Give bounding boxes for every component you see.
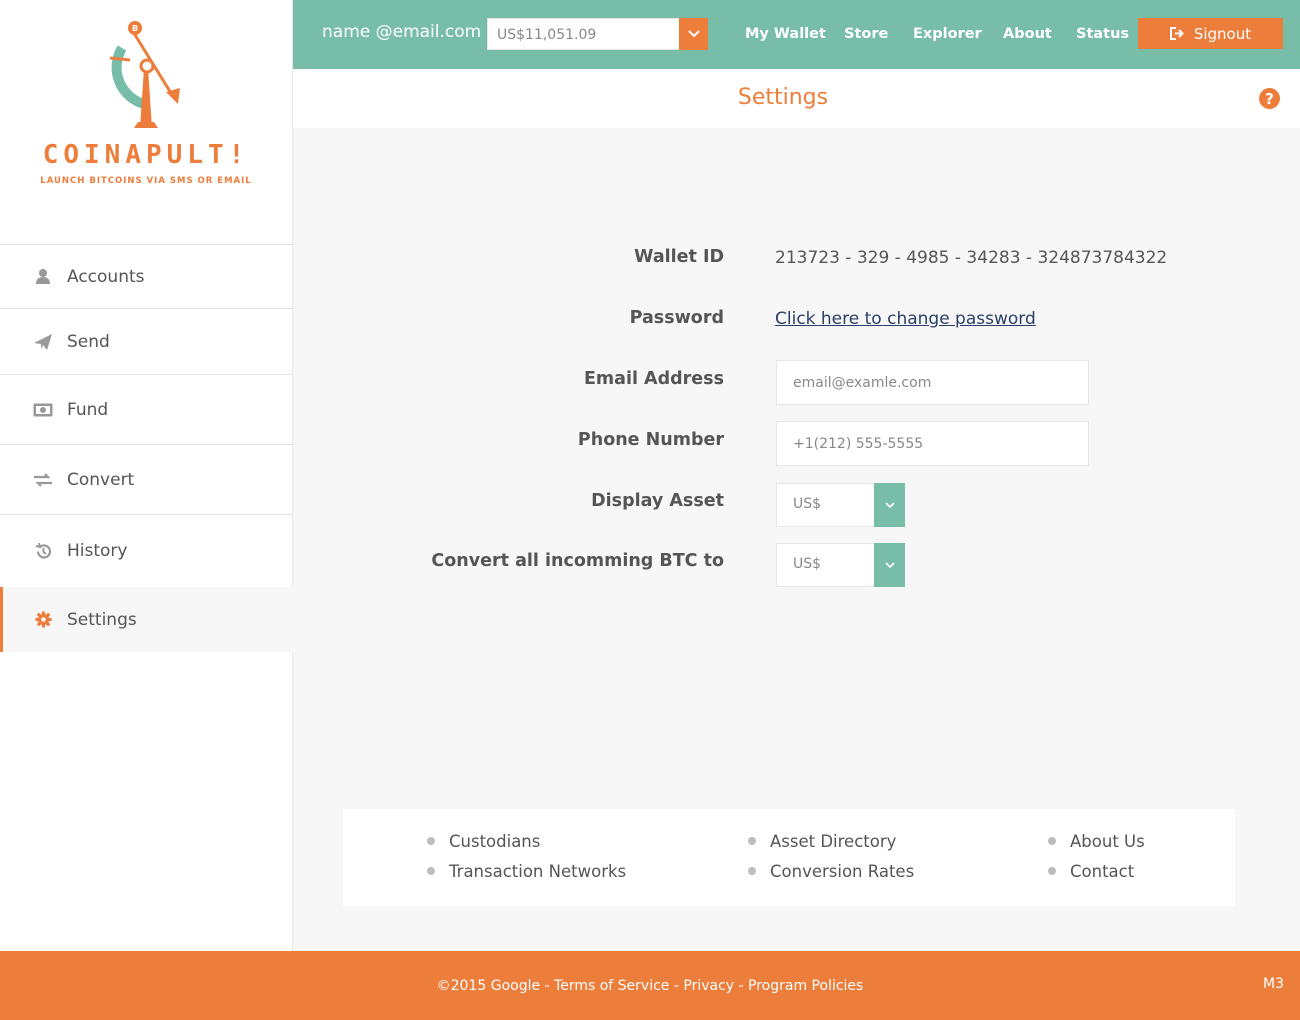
password-label: Password: [629, 308, 724, 328]
balance-dropdown[interactable]: US$11,051.09: [487, 18, 708, 50]
sidebar: B COINAPULT! LAUNCH BITCOINS VIA SMS OR …: [0, 0, 293, 951]
bullet-dot: [427, 837, 435, 845]
footer-link-custodians[interactable]: Custodians: [449, 832, 540, 851]
bullet-dot: [1048, 867, 1056, 875]
paper-plane-icon: [33, 332, 53, 352]
sidebar-item-label: Convert: [67, 469, 135, 490]
user-icon: [33, 267, 53, 287]
bullet-dot: [1048, 837, 1056, 845]
nav-link-store[interactable]: Store: [844, 26, 888, 42]
display-asset-select[interactable]: US$: [776, 483, 905, 527]
catapult-logo-icon: B: [109, 21, 180, 128]
program-policies-link[interactable]: Program Policies: [748, 978, 863, 994]
bullet-dot: [748, 867, 756, 875]
separator: -: [669, 978, 684, 994]
email-field[interactable]: [776, 360, 1089, 405]
sidebar-item-label: Fund: [67, 399, 109, 420]
bullet-dot: [748, 837, 756, 845]
history-icon: [33, 541, 53, 561]
sidebar-item-label: History: [67, 541, 128, 561]
logo[interactable]: B COINAPULT! LAUNCH BITCOINS VIA SMS OR …: [0, 0, 292, 244]
chevron-down-icon[interactable]: [874, 483, 905, 527]
footer-link-asset-directory[interactable]: Asset Directory: [770, 832, 896, 851]
separator: -: [540, 978, 555, 994]
email-label: Email Address: [583, 369, 724, 389]
logo-tagline: LAUNCH BITCOINS VIA SMS OR EMAIL: [40, 176, 252, 186]
nav-link-explorer[interactable]: Explorer: [913, 26, 982, 42]
page-header: Settings ?: [293, 69, 1300, 128]
sidebar-item-send[interactable]: Send: [0, 308, 292, 374]
logo-wordmark: COINAPULT!: [42, 140, 250, 170]
display-asset-value: US$: [793, 496, 822, 512]
change-password-link[interactable]: Click here to change password: [775, 309, 1036, 329]
user-email: name @email.com: [322, 22, 482, 42]
footer-link-contact[interactable]: Contact: [1070, 862, 1134, 881]
convert-btc-label: Convert all incomming BTC to: [431, 551, 724, 571]
sign-out-icon: [1169, 27, 1184, 40]
sidebar-item-accounts[interactable]: Accounts: [0, 244, 292, 308]
convert-btc-value: US$: [793, 556, 822, 572]
bullet-dot: [427, 867, 435, 875]
chevron-down-icon[interactable]: [874, 543, 905, 587]
sidebar-item-label: Accounts: [67, 266, 145, 287]
footer-links: Custodians Transaction Networks Asset Di…: [343, 809, 1235, 906]
phone-field[interactable]: [776, 421, 1089, 466]
help-icon[interactable]: ?: [1259, 88, 1280, 109]
sidebar-item-label: Send: [67, 331, 110, 352]
terms-link[interactable]: Terms of Service: [554, 978, 669, 994]
signout-button[interactable]: Signout: [1138, 18, 1283, 49]
bottom-bar: ©2015 Google - Terms of Service - Privac…: [0, 951, 1300, 1020]
copyright-line: ©2015 Google - Terms of Service - Privac…: [0, 978, 1300, 994]
footer-link-conversion-rates[interactable]: Conversion Rates: [770, 862, 914, 881]
chevron-down-icon[interactable]: [679, 18, 708, 50]
sidebar-item-settings[interactable]: Settings: [0, 587, 293, 652]
sidebar-item-fund[interactable]: Fund: [0, 374, 292, 444]
sidebar-item-history[interactable]: History: [0, 514, 292, 587]
page-title: Settings: [737, 85, 829, 110]
wallet-id-value: 213723 - 329 - 4985 - 34283 - 3248737843…: [775, 248, 1168, 268]
wallet-id-label: Wallet ID: [634, 247, 724, 267]
nav-link-status[interactable]: Status: [1076, 26, 1129, 42]
gear-icon: [33, 610, 53, 630]
convert-btc-select[interactable]: US$: [776, 543, 905, 587]
money-icon: [33, 400, 53, 420]
footer-link-transaction-networks[interactable]: Transaction Networks: [449, 862, 626, 881]
sidebar-item-convert[interactable]: Convert: [0, 444, 292, 514]
svg-text:B: B: [132, 24, 138, 33]
nav-link-my-wallet[interactable]: My Wallet: [745, 26, 826, 42]
nav-link-about[interactable]: About: [1003, 26, 1052, 42]
sidebar-item-label: Settings: [67, 609, 137, 630]
display-asset-label: Display Asset: [591, 491, 724, 511]
phone-label: Phone Number: [577, 430, 724, 450]
copyright-text: ©2015 Google: [436, 978, 541, 994]
top-nav-bar: name @email.com US$11,051.09 My Wallet S…: [293, 0, 1300, 69]
footer-link-about-us[interactable]: About Us: [1070, 832, 1145, 851]
sidebar-nav: Accounts Send Fund Convert History Setti…: [0, 244, 293, 652]
privacy-link[interactable]: Privacy: [683, 978, 734, 994]
balance-value: US$11,051.09: [497, 27, 597, 43]
signout-label: Signout: [1193, 24, 1252, 43]
version-label: M3: [1263, 976, 1284, 992]
separator: -: [734, 978, 749, 994]
exchange-arrows-icon: [33, 470, 53, 490]
